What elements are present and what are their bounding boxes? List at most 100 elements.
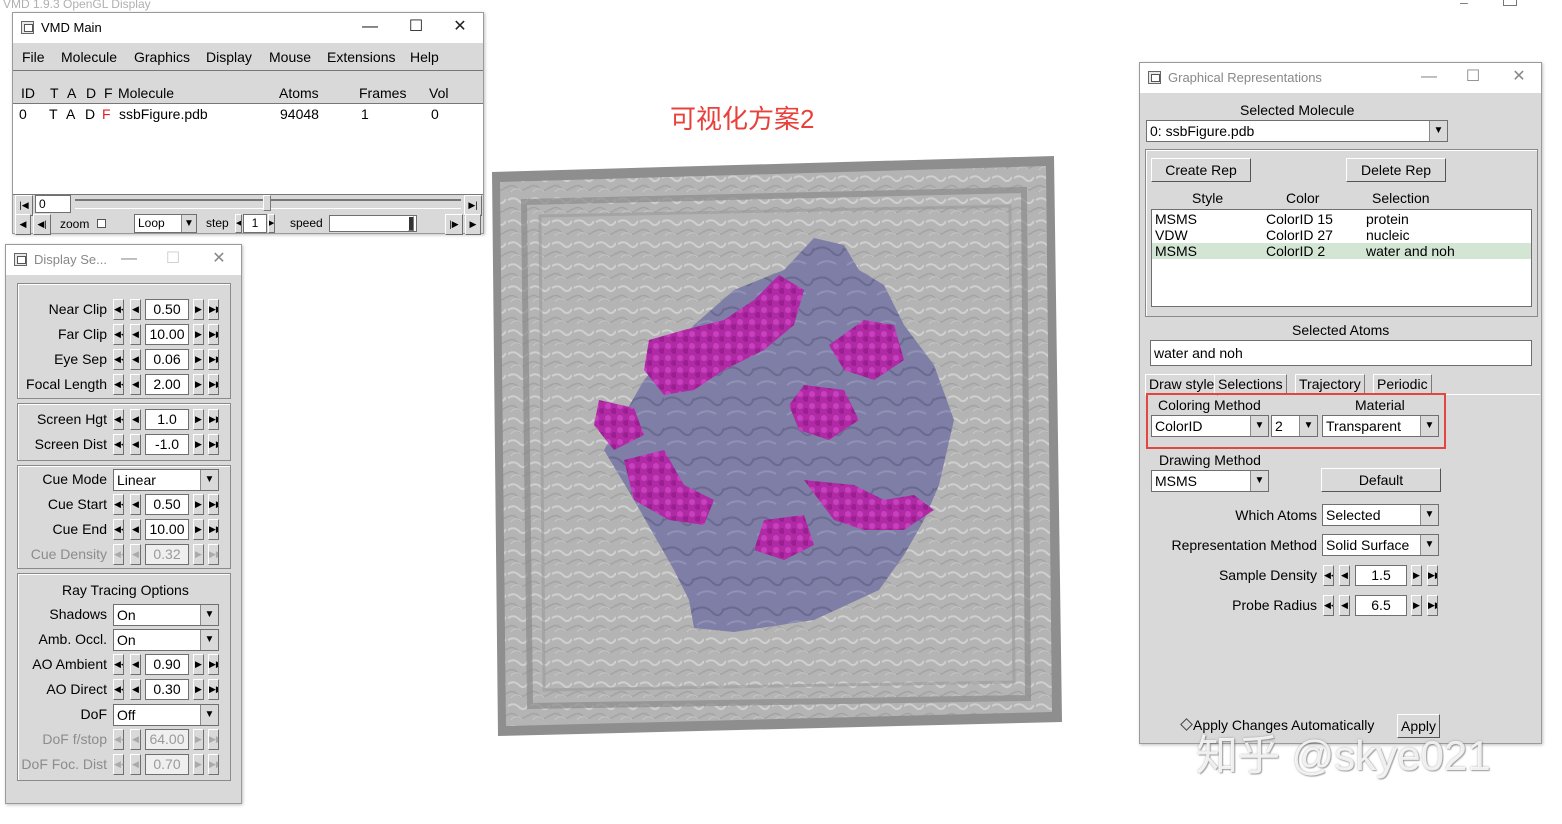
chevron-down-icon[interactable]: ▼ [1299,416,1317,436]
maximize-icon[interactable]: ☐ [150,245,196,275]
eye-sep-inc-fast-icon[interactable]: ▶▶ [208,349,219,370]
ao-ambient-inc-fast-icon[interactable]: ▶▶ [208,654,219,675]
ao-direct-dec-fast-icon[interactable]: ◀◀ [113,679,124,700]
menu-molecule[interactable]: Molecule [61,49,117,65]
shadows-select[interactable]: On ▼ [113,604,219,626]
step-field[interactable]: 1 [243,214,267,233]
loop-select[interactable]: Loop ▼ [134,214,197,233]
screen-hgt-field[interactable]: 1.0 [145,409,189,430]
screen-dist-field[interactable]: -1.0 [145,434,189,455]
chevron-down-icon[interactable]: ▼ [200,705,218,725]
display-minimize-icon[interactable]: – [1460,0,1480,10]
play-forward-icon[interactable]: ▶ [465,214,481,235]
close-icon[interactable]: ✕ [196,245,242,275]
menu-display[interactable]: Display [206,49,252,65]
menu-mouse[interactable]: Mouse [269,49,311,65]
ao-direct-field[interactable]: 0.30 [145,679,189,700]
chevron-down-icon[interactable]: ▼ [181,215,196,232]
cue-start-dec-icon[interactable]: ◀ [130,494,141,515]
sample-density-dec-icon[interactable]: ◀ [1339,565,1350,586]
sample-density-dec-fast-icon[interactable]: ◀◀ [1323,565,1334,586]
screen-dist-dec-icon[interactable]: ◀ [130,434,141,455]
near-clip-dec-icon[interactable]: ◀ [130,299,141,320]
focal-length-field[interactable]: 2.00 [145,374,189,395]
frame-field[interactable]: 0 [35,195,71,213]
cue-start-inc-fast-icon[interactable]: ▶▶ [208,494,219,515]
row-f[interactable]: F [102,106,111,122]
far-clip-inc-icon[interactable]: ▶ [193,324,204,345]
drawing-method-select[interactable]: MSMS ▼ [1151,470,1269,492]
near-clip-inc-icon[interactable]: ▶ [193,299,204,320]
rep-row[interactable]: VDW ColorID 27 nucleic [1152,227,1531,243]
probe-radius-inc-icon[interactable]: ▶ [1411,595,1422,616]
cue-end-field[interactable]: 10.00 [145,519,189,540]
vmd-main-titlebar[interactable]: VMD Main — ☐ ✕ [13,13,483,43]
near-clip-dec-fast-icon[interactable]: ◀◀ [113,299,124,320]
focal-length-dec-fast-icon[interactable]: ◀◀ [113,374,124,395]
sample-density-field[interactable]: 1.5 [1355,565,1407,586]
step-forward-icon[interactable]: |▶ [445,214,463,235]
eye-sep-field[interactable]: 0.06 [145,349,189,370]
amb-occl-select[interactable]: On ▼ [113,629,219,651]
row-t[interactable]: T [49,106,58,122]
graphical-reps-titlebar[interactable]: Graphical Representations — ☐ ✕ [1140,63,1541,93]
ao-direct-inc-fast-icon[interactable]: ▶▶ [208,679,219,700]
row-molecule[interactable]: ssbFigure.pdb [119,106,208,122]
ao-direct-inc-icon[interactable]: ▶ [193,679,204,700]
material-select[interactable]: Transparent ▼ [1322,415,1439,437]
dof-select[interactable]: Off ▼ [113,704,219,726]
jump-start-icon[interactable]: |◀ [15,195,33,216]
step-increment-icon[interactable]: ▶ [268,214,275,233]
row-a[interactable]: A [66,106,75,122]
probe-radius-inc-fast-icon[interactable]: ▶▶ [1427,595,1438,616]
ao-direct-dec-icon[interactable]: ◀ [130,679,141,700]
row-d[interactable]: D [85,106,95,122]
rep-method-select[interactable]: Solid Surface ▼ [1322,534,1439,556]
chevron-down-icon[interactable]: ▼ [1250,416,1268,436]
zoom-checkbox[interactable] [97,219,106,228]
probe-radius-dec-fast-icon[interactable]: ◀◀ [1323,595,1334,616]
screen-dist-inc-icon[interactable]: ▶ [193,434,204,455]
screen-hgt-inc-fast-icon[interactable]: ▶▶ [208,409,219,430]
chevron-down-icon[interactable]: ▼ [1420,416,1438,436]
chevron-down-icon[interactable]: ▼ [1429,121,1447,141]
sample-density-inc-fast-icon[interactable]: ▶▶ [1427,565,1438,586]
probe-radius-field[interactable]: 6.5 [1355,595,1407,616]
cue-end-dec-fast-icon[interactable]: ◀◀ [113,519,124,540]
maximize-icon[interactable]: ☐ [1450,63,1496,93]
which-atoms-select[interactable]: Selected ▼ [1322,504,1439,526]
focal-length-inc-fast-icon[interactable]: ▶▶ [208,374,219,395]
far-clip-dec-fast-icon[interactable]: ◀◀ [113,324,124,345]
frame-slider-handle[interactable] [263,195,271,211]
coloring-method-select[interactable]: ColorID ▼ [1151,415,1269,437]
menu-extensions[interactable]: Extensions [327,49,395,65]
close-icon[interactable]: ✕ [1496,63,1542,93]
focal-length-dec-icon[interactable]: ◀ [130,374,141,395]
far-clip-inc-fast-icon[interactable]: ▶▶ [208,324,219,345]
cue-end-inc-fast-icon[interactable]: ▶▶ [208,519,219,540]
screen-dist-inc-fast-icon[interactable]: ▶▶ [208,434,219,455]
reps-list[interactable]: MSMS ColorID 15 protein VDW ColorID 27 n… [1151,209,1532,307]
screen-hgt-dec-icon[interactable]: ◀ [130,409,141,430]
eye-sep-inc-icon[interactable]: ▶ [193,349,204,370]
cue-end-inc-icon[interactable]: ▶ [193,519,204,540]
jump-end-icon[interactable]: ▶| [464,195,482,216]
speed-slider[interactable] [329,215,417,232]
step-decrement-icon[interactable]: ◀ [235,214,242,233]
cue-start-field[interactable]: 0.50 [145,494,189,515]
chevron-down-icon[interactable]: ▼ [200,605,218,625]
tab-periodic[interactable]: Periodic [1373,374,1432,394]
eye-sep-dec-icon[interactable]: ◀ [130,349,141,370]
menu-help[interactable]: Help [410,49,439,65]
ao-ambient-dec-icon[interactable]: ◀ [130,654,141,675]
minimize-icon[interactable]: — [1406,63,1452,93]
delete-rep-button[interactable]: Delete Rep [1346,158,1446,182]
chevron-down-icon[interactable]: ▼ [1420,505,1438,525]
ao-ambient-dec-fast-icon[interactable]: ◀◀ [113,654,124,675]
chevron-down-icon[interactable]: ▼ [1420,535,1438,555]
probe-radius-dec-icon[interactable]: ◀ [1339,595,1350,616]
cue-end-dec-icon[interactable]: ◀ [130,519,141,540]
cue-start-inc-icon[interactable]: ▶ [193,494,204,515]
cue-start-dec-fast-icon[interactable]: ◀◀ [113,494,124,515]
color-id-select[interactable]: 2 ▼ [1271,415,1318,437]
